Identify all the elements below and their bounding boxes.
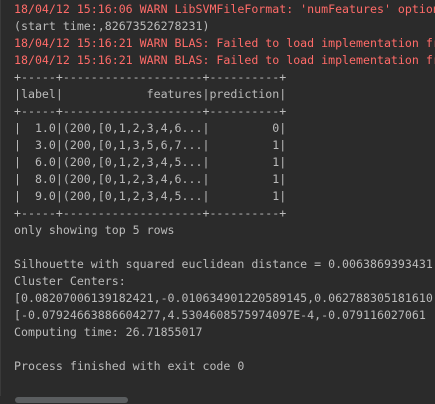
console-line: +-----+--------------------+----------+	[14, 104, 287, 118]
console-line: (start time:,82673526278231)	[14, 19, 210, 33]
console-line: Silhouette with squared euclidean distan…	[14, 257, 433, 271]
console-line: 18/04/12 15:16:06 WARN LibSVMFileFormat:…	[14, 2, 435, 16]
scrollbar-thumb[interactable]	[15, 397, 128, 403]
console-line: +-----+--------------------+----------+	[14, 70, 287, 84]
console-line: Process finished with exit code 0	[14, 359, 245, 373]
console-line: only showing top 5 rows	[14, 223, 175, 237]
console-line: 18/04/12 15:16:21 WARN BLAS: Failed to l…	[14, 53, 435, 67]
console-line: | 3.0|(200,[0,1,3,5,6,7...| 1|	[14, 138, 287, 152]
console-line: | 8.0|(200,[0,1,2,3,4,6...| 1|	[14, 172, 287, 186]
console-line: [-0.07924663886604277,4.5304608575974097…	[14, 308, 426, 322]
run-console: 18/04/12 15:16:06 WARN LibSVMFileFormat:…	[0, 0, 435, 404]
console-line: Computing time: 26.71855017	[14, 325, 203, 339]
console-line: | 1.0|(200,[0,1,2,3,4,6...| 0|	[14, 121, 287, 135]
console-line: 18/04/12 15:16:21 WARN BLAS: Failed to l…	[14, 36, 435, 50]
horizontal-scrollbar[interactable]	[0, 396, 435, 404]
console-line: | 6.0|(200,[0,1,2,3,4,5...| 1|	[14, 155, 287, 169]
console-line: [0.08207006139182421,-0.0106349012205891…	[14, 291, 433, 305]
console-line: | 9.0|(200,[0,1,2,3,4,5...| 1|	[14, 189, 287, 203]
console-line: Cluster Centers:	[14, 274, 126, 288]
console-line: +-----+--------------------+----------+	[14, 206, 287, 220]
console-left-border	[0, 0, 1, 404]
console-output[interactable]: 18/04/12 15:16:06 WARN LibSVMFileFormat:…	[14, 1, 435, 375]
console-line: |label| features|prediction|	[14, 87, 287, 101]
